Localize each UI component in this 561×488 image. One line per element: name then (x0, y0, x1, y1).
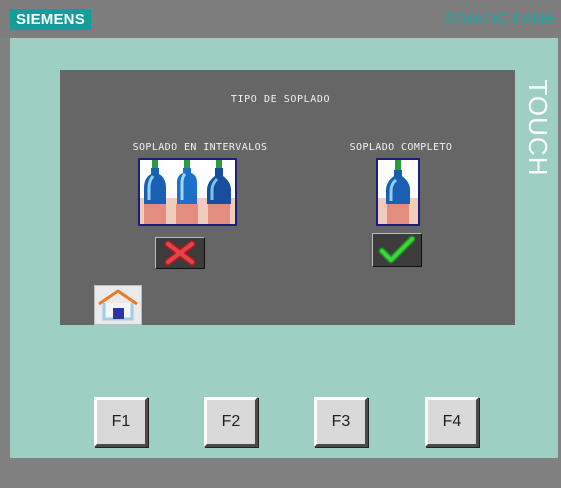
page-title: TIPO DE SOPLADO (230, 94, 331, 105)
intervals-select-button[interactable] (155, 237, 205, 269)
home-button[interactable] (94, 285, 142, 325)
check-icon (378, 235, 416, 264)
option-intervals-label: SOPLADO EN INTERVALOS (132, 142, 268, 153)
f3-key[interactable]: F3 (314, 397, 368, 447)
siemens-logo: SIEMENS (10, 9, 91, 30)
touch-label: TOUCH (523, 80, 552, 177)
f4-key[interactable]: F4 (425, 397, 479, 447)
f2-key[interactable]: F2 (204, 397, 258, 447)
intervals-bottles-image (138, 158, 237, 226)
complete-bottle-image (376, 158, 420, 226)
option-complete-label: SOPLADO COMPLETO (349, 142, 453, 153)
home-icon (98, 289, 138, 321)
model-label: SIMATIC PANE (444, 11, 555, 28)
panel-header: SIEMENS SIMATIC PANE (0, 0, 561, 38)
cross-icon (164, 240, 196, 266)
complete-select-button[interactable] (372, 233, 422, 267)
f1-key[interactable]: F1 (94, 397, 148, 447)
